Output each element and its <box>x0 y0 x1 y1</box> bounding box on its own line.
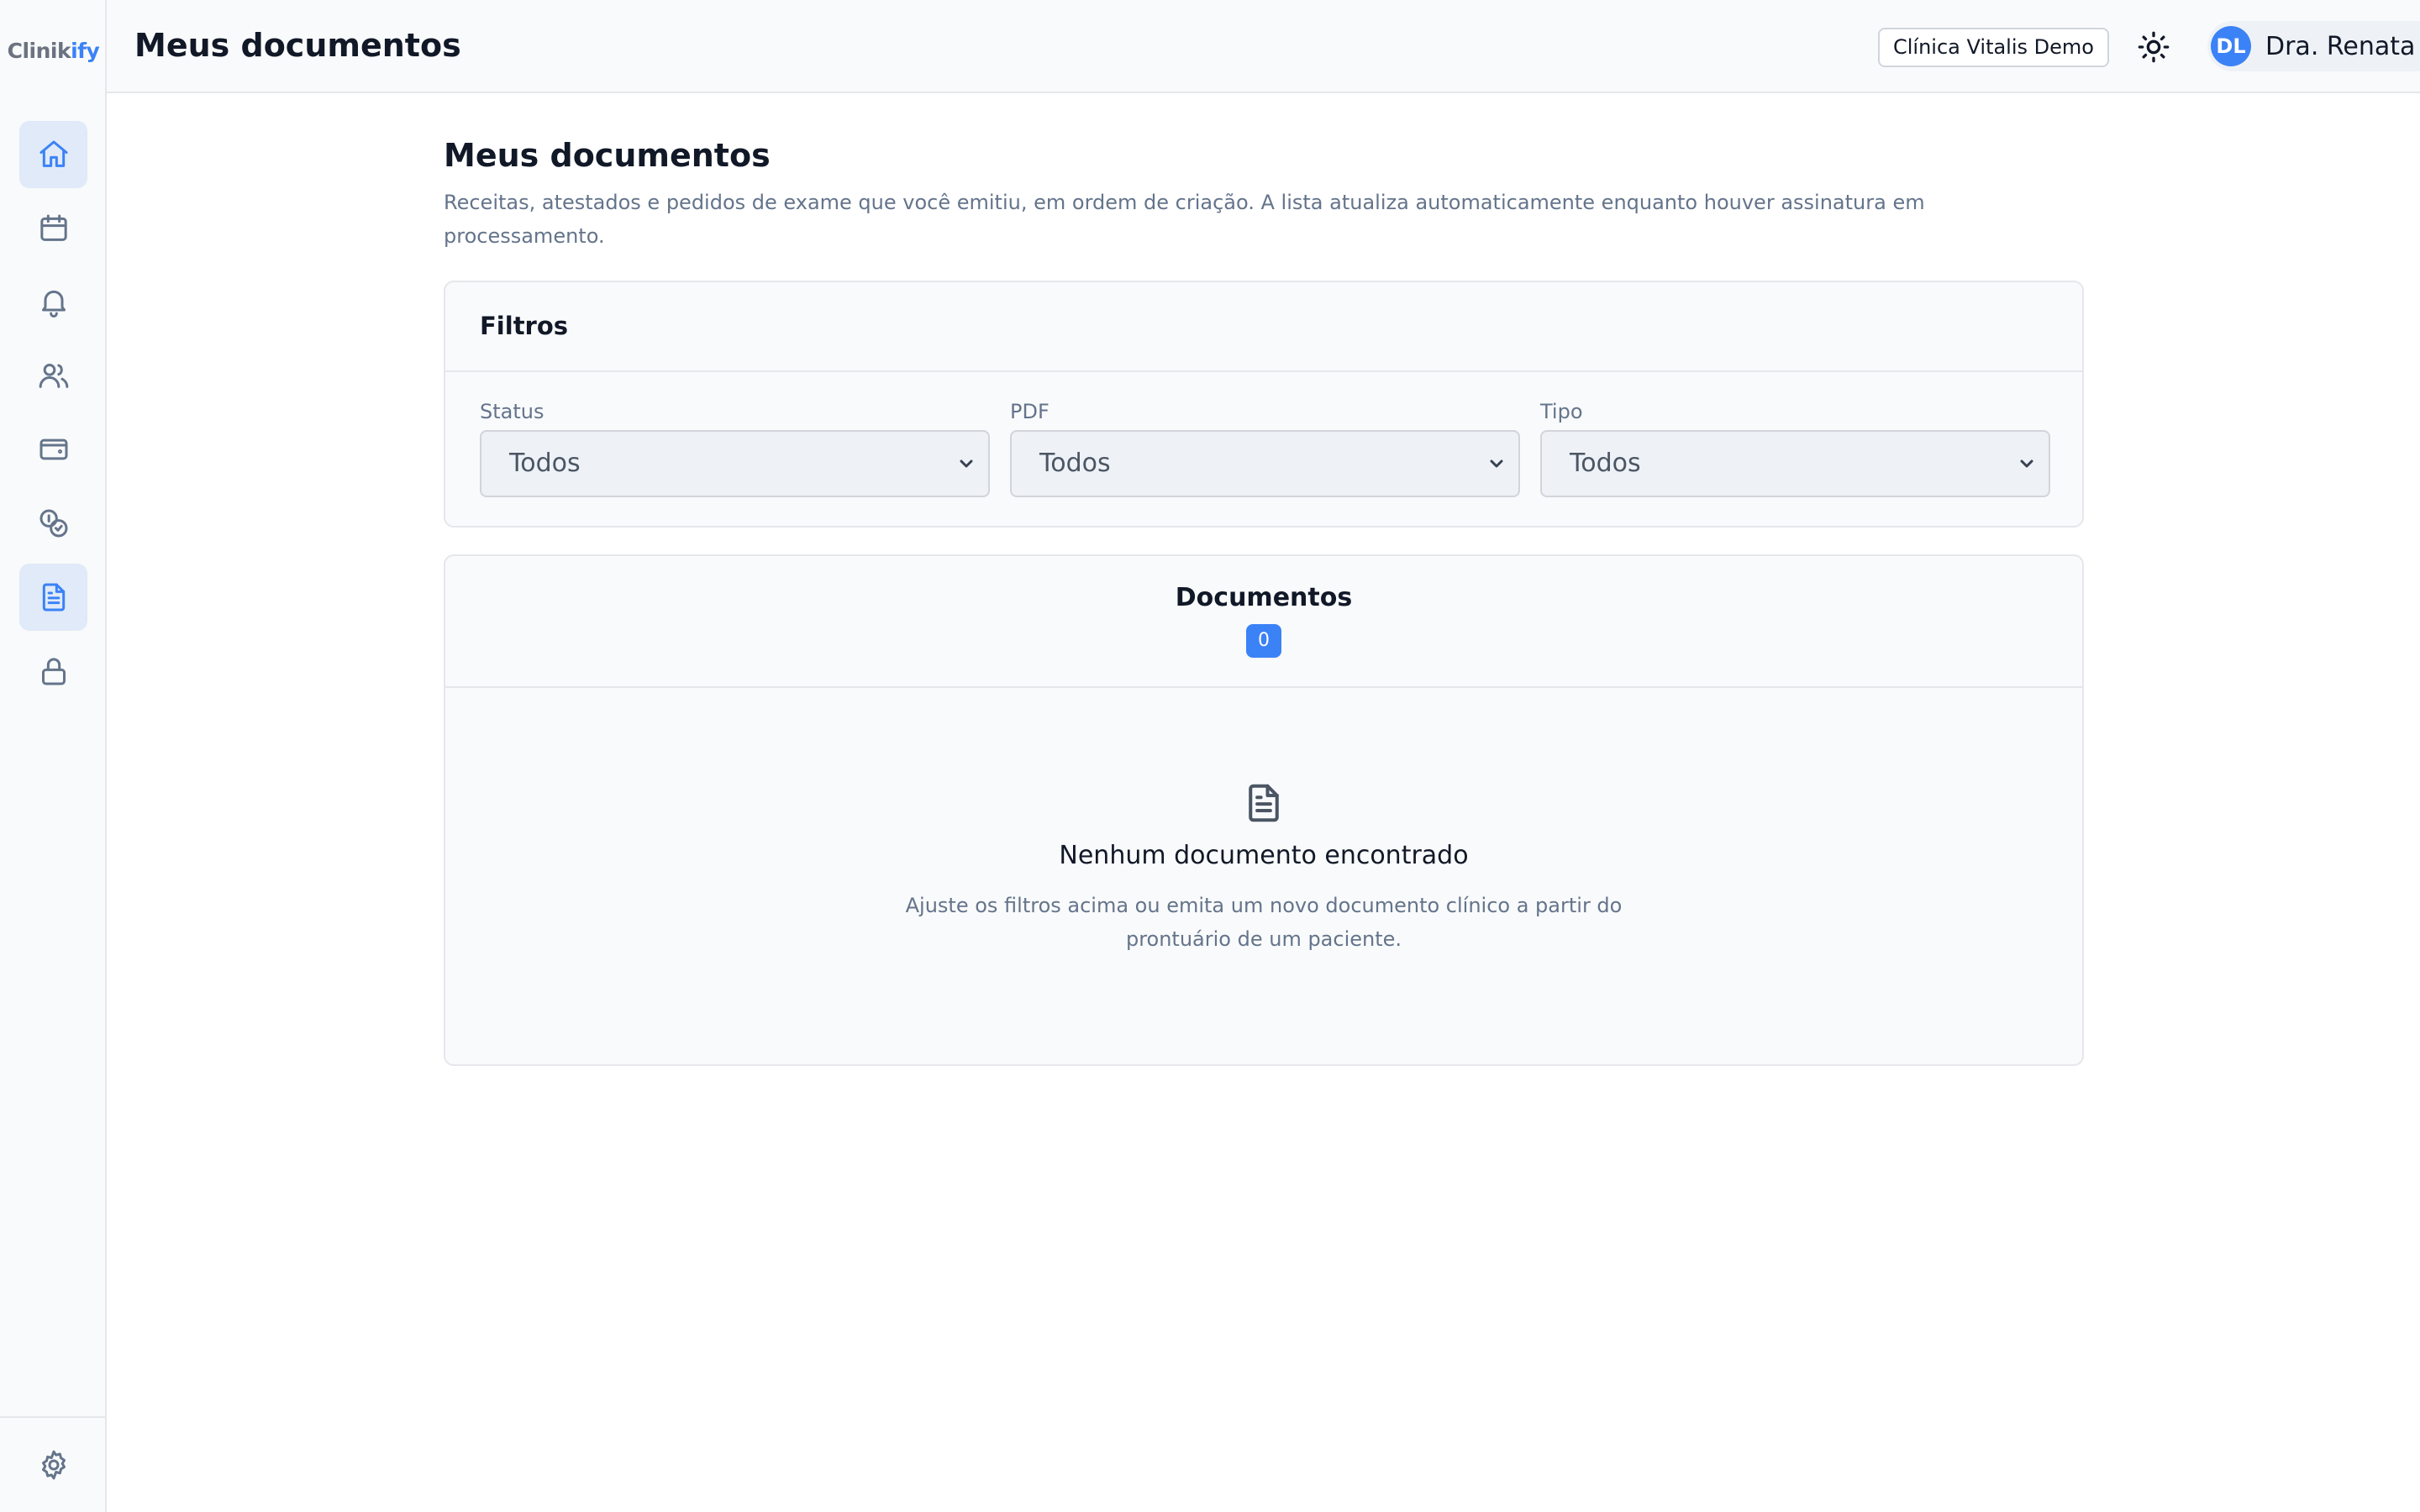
pdf-select-value: Todos <box>1039 449 1111 478</box>
user-menu[interactable]: DL Dra. Renata Lopes <box>2207 21 2420 71</box>
bell-icon <box>41 290 66 318</box>
sidebar-item-security[interactable] <box>19 638 87 705</box>
status-filter: Status Todos <box>480 400 990 497</box>
chevron-down-icon <box>2020 459 2033 468</box>
tipo-select-value: Todos <box>1570 449 1641 478</box>
page-description: Receitas, atestados e pedidos de exame q… <box>444 191 1925 248</box>
sidebar-item-notifications[interactable] <box>19 268 87 335</box>
pdf-filter: PDF Todos <box>1010 400 1520 497</box>
settings-button[interactable] <box>19 1431 87 1499</box>
logo-part2: ify <box>71 39 100 63</box>
tipo-filter-label: Tipo <box>1540 400 1583 423</box>
documents-card: Documentos 0 Nenhum documento encontrado… <box>444 554 2084 1066</box>
empty-state-icon-wrap <box>445 780 2082 829</box>
filters-heading: Filtros <box>445 282 2082 372</box>
home-icon <box>39 140 67 167</box>
documents-header: Documentos 0 <box>445 556 2082 688</box>
sidebar-item-documents[interactable] <box>19 564 87 631</box>
sun-icon <box>2138 31 2170 63</box>
lock-icon <box>41 658 66 685</box>
app: Clinikify Meus documentos Clínica Vitali… <box>0 0 2420 1512</box>
pdf-select[interactable]: Todos <box>1010 430 1520 497</box>
sidebar: Clinikify <box>0 0 107 1512</box>
tipo-select[interactable]: Todos <box>1540 430 2050 497</box>
file-text-icon <box>42 583 65 612</box>
filters-card: Filtros Status Todos PDF Todos Tipo Todo… <box>444 281 2084 528</box>
avatar: DL <box>2211 26 2251 66</box>
users-icon <box>39 364 68 388</box>
coins-icon <box>39 509 68 538</box>
wallet-icon <box>39 438 67 460</box>
documents-count-badge: 0 <box>1246 624 1281 658</box>
chevron-down-icon <box>960 459 973 468</box>
top-header: Meus documentos Clínica Vitalis Demo DL … <box>107 0 2420 93</box>
page-title: Meus documentos <box>444 137 771 174</box>
sidebar-footer <box>0 1416 107 1512</box>
empty-state: Nenhum documento encontrado Ajuste os fi… <box>445 688 2082 956</box>
pdf-filter-label: PDF <box>1010 400 1050 423</box>
header-title: Meus documentos <box>134 27 461 64</box>
tipo-filter: Tipo Todos <box>1540 400 2050 497</box>
sidebar-item-billing[interactable] <box>19 490 87 557</box>
status-filter-label: Status <box>480 400 544 423</box>
documents-heading: Documentos <box>1175 583 1353 612</box>
sidebar-item-home[interactable] <box>19 121 87 188</box>
status-select[interactable]: Todos <box>480 430 990 497</box>
empty-state-text: Ajuste os filtros acima ou emita um novo… <box>905 894 1623 951</box>
user-name: Dra. Renata Lopes <box>2265 31 2420 61</box>
clinic-selector[interactable]: Clínica Vitalis Demo <box>1878 28 2109 67</box>
sidebar-item-patients[interactable] <box>19 342 87 409</box>
logo-part1: Clinik <box>7 39 71 63</box>
chevron-down-icon <box>1490 459 1503 468</box>
theme-toggle-button[interactable] <box>2133 27 2174 67</box>
file-text-icon <box>1249 784 1279 822</box>
empty-state-title: Nenhum documento encontrado <box>1059 841 1469 870</box>
calendar-icon <box>39 214 67 241</box>
logo[interactable]: Clinikify <box>0 39 107 63</box>
sidebar-item-calendar[interactable] <box>19 195 87 262</box>
gear-icon <box>41 1450 66 1480</box>
sidebar-item-wallet[interactable] <box>19 416 87 483</box>
status-select-value: Todos <box>509 449 581 478</box>
